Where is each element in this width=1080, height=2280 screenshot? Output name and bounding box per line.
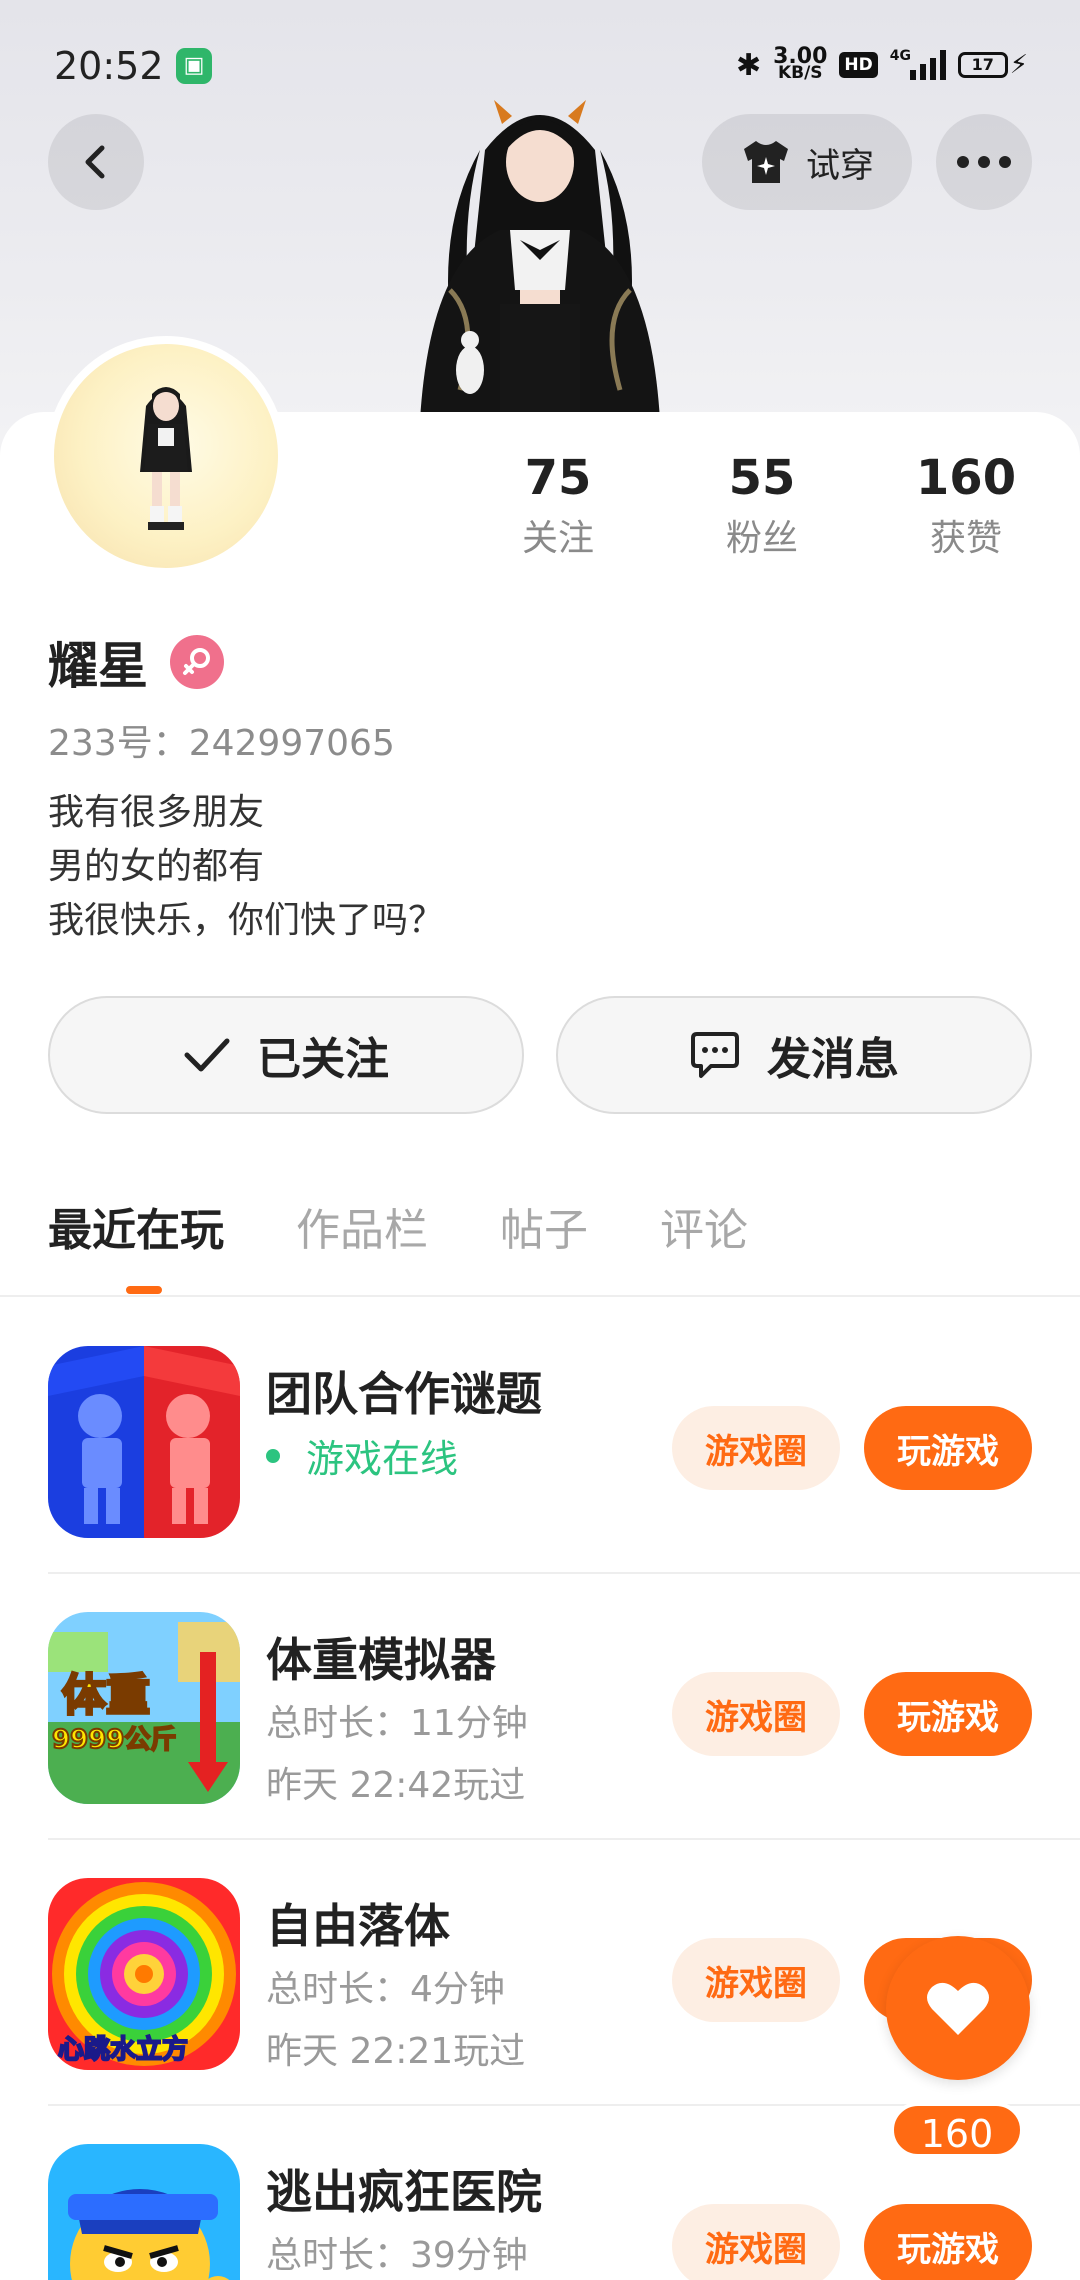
bio-line: 我有很多朋友: [48, 792, 265, 833]
profile-tabs: 最近在玩 作品栏 帖子 评论: [48, 1196, 820, 1286]
play-game-button[interactable]: 玩游戏: [864, 2204, 1032, 2280]
chat-bubble-icon: [691, 1032, 739, 1078]
status-icons: ✱ 3.00 KB/S HD 4G 17 ⚡: [736, 40, 1028, 90]
back-button[interactable]: [48, 114, 144, 210]
avatar[interactable]: [46, 336, 286, 576]
stat-following-value: 75: [524, 450, 592, 506]
game-title: 团队合作谜题: [266, 1367, 542, 1421]
active-tab-indicator: [126, 1286, 162, 1294]
app-notification-icon: ▣: [176, 48, 212, 84]
game-icon-team-puzzle: [48, 1346, 240, 1538]
avatar-figure-icon: [140, 387, 192, 530]
list-item[interactable]: 体重 9999公斤 体重模拟器 总时长：11分钟 昨天 22:42玩过 游戏圈 …: [0, 1564, 1080, 1830]
game-circle-button[interactable]: 游戏圈: [672, 1938, 840, 2022]
try-on-button[interactable]: 试穿: [702, 114, 912, 210]
tab-posts[interactable]: 帖子: [500, 1196, 588, 1286]
hd-icon: HD: [839, 52, 878, 78]
stat-likes-label: 获赞: [929, 518, 1002, 559]
stat-following[interactable]: 75 关注: [478, 448, 638, 564]
gender-female-icon: [170, 635, 224, 689]
game-duration: 总时长：4分钟: [266, 1969, 505, 2010]
status-time: 20:52: [54, 44, 164, 88]
send-message-label: 发消息: [767, 1034, 899, 1085]
game-online-status: 游戏在线: [266, 1428, 458, 1483]
stat-likes[interactable]: 160 获赞: [886, 448, 1046, 564]
more-icon: [957, 156, 1011, 168]
chevron-left-icon: [85, 145, 105, 179]
game-last-played: 昨天 22:42玩过: [266, 1765, 526, 1806]
online-dot-icon: [266, 1448, 280, 1463]
tabs-divider: [0, 1295, 1080, 1297]
profile-name: 耀星: [48, 637, 148, 695]
game-title: 逃出疯狂医院: [266, 2165, 542, 2219]
checkmark-icon: [184, 1038, 230, 1072]
stat-fans-value: 55: [728, 450, 796, 506]
game-circle-button[interactable]: 游戏圈: [672, 1672, 840, 1756]
svg-text:体重: 体重: [62, 1670, 150, 1721]
signal-icon: 4G: [890, 48, 946, 80]
more-button[interactable]: [936, 114, 1032, 210]
stat-fans-label: 粉丝: [725, 518, 798, 559]
stat-likes-value: 160: [915, 450, 1017, 506]
list-item[interactable]: 团队合作谜题 游戏在线 游戏圈 玩游戏: [0, 1298, 1080, 1564]
user-id: 233号：242997065: [48, 723, 395, 764]
stat-fans[interactable]: 55 粉丝: [682, 448, 842, 564]
followed-label: 已关注: [257, 1034, 389, 1085]
bluetooth-icon: ✱: [735, 47, 762, 83]
svg-text:9999公斤: 9999公斤: [52, 1725, 176, 1755]
game-last-played: 昨天 22:21玩过: [266, 2031, 526, 2072]
stat-following-label: 关注: [521, 518, 594, 559]
play-game-button[interactable]: 玩游戏: [864, 1406, 1032, 1490]
game-duration: 总时长：11分钟: [266, 1703, 528, 1744]
heart-icon: [927, 1982, 989, 2035]
tab-comments[interactable]: 评论: [660, 1196, 748, 1286]
game-title: 体重模拟器: [266, 1633, 496, 1687]
bio-line: 男的女的都有: [48, 846, 265, 887]
bio: 我有很多朋友 男的女的都有 我很快乐，你们快了吗？: [48, 786, 444, 948]
send-message-button[interactable]: 发消息: [556, 996, 1032, 1114]
shirt-icon: [744, 141, 788, 183]
svg-text:心跳水立方: 心跳水立方: [58, 2034, 188, 2065]
avatar-character-illustration: [420, 100, 660, 420]
followed-button[interactable]: 已关注: [48, 996, 524, 1114]
game-icon-weight-simulator: 体重 9999公斤: [48, 1612, 240, 1804]
like-count-badge: 160: [890, 2102, 1024, 2158]
tab-works[interactable]: 作品栏: [296, 1196, 428, 1286]
game-icon-escape-hospital: [48, 2144, 240, 2280]
game-circle-button[interactable]: 游戏圈: [672, 2204, 840, 2280]
like-float-button[interactable]: [886, 1936, 1030, 2080]
name-row: 耀星: [48, 626, 224, 698]
bio-line: 我很快乐，你们快了吗？: [48, 900, 445, 941]
game-icon-free-fall: 心跳水立方: [48, 1878, 240, 2070]
try-on-label: 试穿: [806, 145, 874, 186]
tab-recently-played[interactable]: 最近在玩: [48, 1196, 224, 1286]
game-title: 自由落体: [266, 1899, 450, 1953]
game-circle-button[interactable]: 游戏圈: [672, 1406, 840, 1490]
play-game-button[interactable]: 玩游戏: [864, 1672, 1032, 1756]
network-speed: 3.00 KB/S: [773, 44, 828, 83]
battery-icon: 17 ⚡: [957, 50, 1028, 80]
game-duration: 总时长：39分钟: [266, 2235, 528, 2276]
